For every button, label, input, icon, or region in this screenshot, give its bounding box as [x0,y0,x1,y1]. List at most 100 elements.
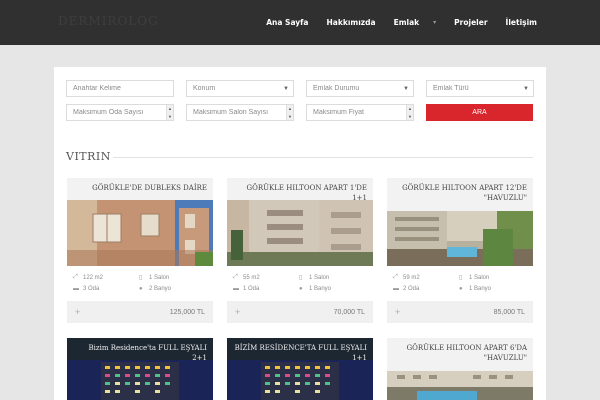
rooms-value: 1 Oda [243,286,260,292]
nav-item-iletisim[interactable]: İletişim [506,18,537,27]
nav-label: Hakkımızda [326,18,376,27]
number-stepper[interactable]: ▲ ▼ [286,105,293,120]
bath-spec: ● 1 Banyo [299,286,331,292]
bed-icon: ▬ [233,286,239,292]
bath-value: 1 Banyo [469,286,492,292]
resize-icon: ⤢ [73,274,78,280]
plus-icon[interactable]: + [235,307,240,317]
listing-footer: + 70,000 TL [227,301,373,323]
top-navbar: DERMIROLOG Ana Sayfa Hakkımızda Emlak ▾ P… [0,0,600,45]
listing-specs: ⤢ 55 m2 ▯ 1 Salon ▬ 1 Oda ● 1 Banyo [227,266,373,301]
listing-card[interactable]: GÖRÜKLE HILTOON APART 12'DE "HAVUZLU" ⤢ 5… [387,178,533,323]
listing-card[interactable]: GÖRÜKLE'DE DUBLEKS DAİRE ⤢ 122 m2 ▯ 1 Salo… [67,178,213,323]
listing-title[interactable]: GÖRÜKLE'DE DUBLEKS DAİRE [67,178,213,200]
content-card: Anahtar Kelime Konum ▼ Emlak Durumu ▼ Em… [54,67,546,400]
nav-item-hakkimizda[interactable]: Hakkımızda [327,18,376,27]
salon-value: 1 Salon [469,274,490,281]
salon-spec: ▯ 1 Salon [299,274,329,282]
area-value: 59 m2 [403,274,420,281]
listing-photo[interactable] [227,360,373,400]
salon-value: 1 Salon [149,274,170,281]
listing-specs: ⤢ 59 m2 ▯ 1 Salon ▬ 2 Oda ● 1 Banyo [387,266,533,301]
keyword-input[interactable]: Anahtar Kelime [66,80,174,97]
search-button[interactable]: ARA [426,104,533,121]
plus-icon[interactable]: + [395,307,400,317]
type-select[interactable]: Emlak Türü ▼ [426,80,534,97]
status-select[interactable]: Emlak Durumu ▼ [306,80,414,97]
area-spec: ⤢ 59 m2 [393,274,420,281]
listing-title[interactable]: GÖRÜKLE HILTOON APART 12'DE "HAVUZLU" [387,178,533,211]
bath-value: 2 Banyo [149,286,172,292]
max-price-input[interactable]: Maksimum Fiyat ▲ ▼ [306,104,414,121]
listing-card[interactable]: BİZİM RESİDENCE'TA FULL EŞYALI 1+1 [227,338,373,400]
section-title: VITRIN [66,150,111,163]
max-rooms-placeholder: Maksimum Oda Sayısı [73,109,144,116]
listing-footer: + 125,000 TL [67,301,213,323]
bath-spec: ● 2 Banyo [139,286,171,292]
door-icon: ▯ [299,275,303,281]
rooms-spec: ▬ 2 Oda [393,286,419,292]
nav-item-ana-sayfa[interactable]: Ana Sayfa [266,18,308,27]
listing-price: 125,000 TL [169,308,205,316]
location-select[interactable]: Konum ▼ [186,80,294,97]
chevron-down-icon: ▼ [523,85,529,92]
bed-icon: ▬ [393,286,399,292]
max-salons-placeholder: Maksimum Salon Sayısı [193,109,269,116]
door-icon: ▯ [139,275,143,281]
chevron-down-icon: ▼ [403,85,409,92]
listing-title[interactable]: GÖRÜKLE HILTOON APART 1'DE 1+1 [227,178,373,202]
drop-icon: ● [459,286,463,292]
bath-value: 1 Banyo [309,286,332,292]
listing-footer: + 85,000 TL [387,301,533,323]
bath-spec: ● 1 Banyo [459,286,491,292]
plus-icon[interactable]: + [75,307,80,317]
listing-specs: ⤢ 122 m2 ▯ 1 Salon ▬ 3 Oda ● 2 Banyo [67,266,213,301]
listing-photo[interactable] [67,360,213,400]
listing-title[interactable]: BİZİM RESİDENCE'TA FULL EŞYALI 1+1 [227,338,373,362]
site-logo[interactable]: DERMIROLOG [58,14,159,28]
nav-label: İletişim [505,18,537,27]
area-spec: ⤢ 122 m2 [73,274,103,281]
listing-photo[interactable] [387,211,533,266]
chevron-down-icon: ▾ [433,19,437,26]
listing-title[interactable]: Bizim Residence'ta FULL EŞYALI 2+1 [67,338,213,362]
nav-label: Projeler [454,18,488,27]
nav-item-projeler[interactable]: Projeler [454,18,487,27]
number-stepper[interactable]: ▲ ▼ [406,105,413,120]
door-icon: ▯ [459,275,463,281]
listing-price: 70,000 TL [333,308,365,316]
rooms-value: 3 Oda [83,286,100,292]
area-spec: ⤢ 55 m2 [233,274,260,281]
listing-card[interactable]: GÖRÜKLE HILTOON APART 6'DA "HAVUZLU" [387,338,533,400]
salon-spec: ▯ 1 Salon [459,274,490,282]
drop-icon: ● [299,286,303,292]
number-stepper[interactable]: ▲ ▼ [166,105,173,120]
drop-icon: ● [139,286,143,292]
section-divider [113,157,533,158]
max-salons-input[interactable]: Maksimum Salon Sayısı ▲ ▼ [186,104,294,121]
area-value: 122 m2 [83,274,104,281]
keyword-placeholder: Anahtar Kelime [73,85,121,92]
listing-photo[interactable] [387,371,533,400]
nav-label: Emlak [393,18,420,27]
listing-card[interactable]: GÖRÜKLE HILTOON APART 1'DE 1+1 ⤢ 55 m2 ▯ 1… [227,178,373,323]
main-nav: Ana Sayfa Hakkımızda Emlak ▾ Projeler İle… [248,0,537,45]
listing-price: 85,000 TL [493,308,525,316]
listing-title[interactable]: GÖRÜKLE HILTOON APART 6'DA "HAVUZLU" [387,338,533,371]
listing-photo[interactable] [227,200,373,266]
listing-photo[interactable] [67,200,213,266]
nav-item-emlak[interactable]: Emlak ▾ [394,18,437,27]
nav-label: Ana Sayfa [266,18,309,27]
resize-icon: ⤢ [233,274,238,280]
chevron-down-icon: ▼ [283,85,289,92]
type-value: Emlak Türü [433,85,469,92]
rooms-value: 2 Oda [403,286,420,292]
rooms-spec: ▬ 1 Oda [233,286,259,292]
max-rooms-input[interactable]: Maksimum Oda Sayısı ▲ ▼ [66,104,174,121]
location-value: Konum [193,85,216,92]
area-value: 55 m2 [243,274,260,281]
rooms-spec: ▬ 3 Oda [73,286,99,292]
listing-card[interactable]: Bizim Residence'ta FULL EŞYALI 2+1 [67,338,213,400]
status-value: Emlak Durumu [313,85,360,92]
resize-icon: ⤢ [393,274,398,280]
